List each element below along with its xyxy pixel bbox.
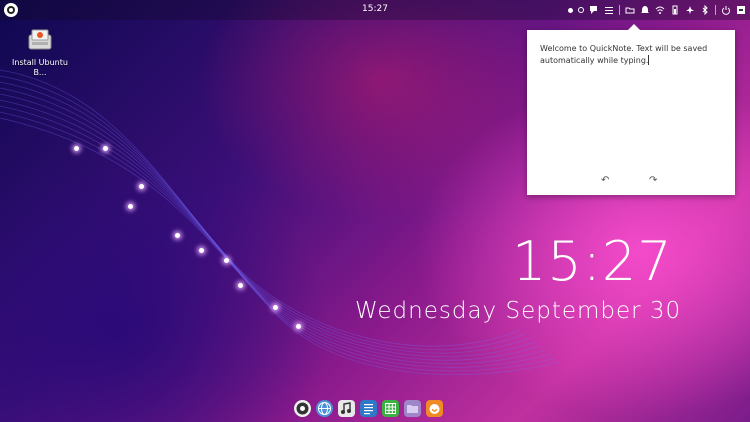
sparkle bbox=[224, 258, 229, 263]
tray-separator bbox=[715, 5, 716, 15]
sparkle bbox=[128, 204, 133, 209]
quicknote-icon[interactable] bbox=[589, 5, 599, 15]
sparkle bbox=[74, 146, 79, 151]
sidebar-toggle-icon[interactable] bbox=[736, 5, 746, 15]
software-center-icon[interactable] bbox=[426, 400, 443, 417]
tray-separator bbox=[619, 5, 620, 15]
folder-glyph bbox=[407, 405, 418, 413]
bag-glyph bbox=[429, 404, 440, 414]
dock bbox=[294, 400, 443, 418]
sparkle bbox=[103, 146, 108, 151]
lines-glyph bbox=[364, 404, 373, 415]
web-browser-icon[interactable] bbox=[316, 400, 333, 417]
ubuntu-budgie-menu-icon[interactable] bbox=[4, 3, 18, 17]
text-cursor bbox=[648, 55, 650, 65]
grid-glyph bbox=[385, 403, 396, 414]
wifi-icon[interactable] bbox=[655, 5, 665, 15]
workspace-2-icon[interactable] bbox=[578, 7, 584, 13]
bluetooth-icon[interactable] bbox=[700, 5, 710, 15]
system-tray bbox=[568, 2, 746, 18]
quicknote-text-area[interactable]: Welcome to QuickNote. Text will be saved… bbox=[540, 43, 724, 67]
ubuntu-budgie-icon[interactable] bbox=[294, 400, 311, 417]
desktop-icon-label: Install Ubuntu B... bbox=[12, 58, 68, 77]
desktop-icon-install-ubuntu[interactable]: Install Ubuntu B... bbox=[12, 26, 68, 78]
sparkle bbox=[139, 184, 144, 189]
music-note-glyph bbox=[341, 402, 351, 414]
airplane-mode-icon[interactable] bbox=[685, 5, 695, 15]
power-icon[interactable] bbox=[721, 5, 731, 15]
globe-glyph bbox=[318, 402, 331, 415]
desktop-clock-date: Wednesday September 30 bbox=[355, 298, 682, 324]
sparkle bbox=[296, 324, 301, 329]
notification-bell-icon[interactable] bbox=[640, 5, 650, 15]
text-editor-icon[interactable] bbox=[360, 400, 377, 417]
quicknote-text: Welcome to QuickNote. Text will be saved… bbox=[540, 44, 708, 65]
music-player-icon[interactable] bbox=[338, 400, 355, 417]
ubuntu-budgie-glyph bbox=[296, 402, 309, 415]
battery-icon[interactable] bbox=[670, 5, 680, 15]
workspace-1-icon[interactable] bbox=[568, 7, 573, 13]
quicknote-popover: Welcome to QuickNote. Text will be saved… bbox=[527, 24, 735, 195]
file-manager-icon[interactable] bbox=[404, 400, 421, 417]
sparkle bbox=[238, 283, 243, 288]
sparkle bbox=[175, 233, 180, 238]
undo-icon[interactable]: ↶ bbox=[601, 175, 609, 186]
desktop-clock-time: 15:27 bbox=[512, 230, 673, 293]
spreadsheet-icon[interactable] bbox=[382, 400, 399, 417]
folder-icon[interactable] bbox=[625, 5, 635, 15]
sparkle bbox=[273, 305, 278, 310]
top-panel: 15:27 bbox=[0, 0, 750, 20]
menu-list-icon[interactable] bbox=[604, 5, 614, 15]
installer-icon bbox=[28, 29, 52, 50]
sparkle bbox=[199, 248, 204, 253]
redo-icon[interactable]: ↷ bbox=[649, 175, 657, 186]
panel-clock[interactable]: 15:27 bbox=[362, 4, 388, 14]
